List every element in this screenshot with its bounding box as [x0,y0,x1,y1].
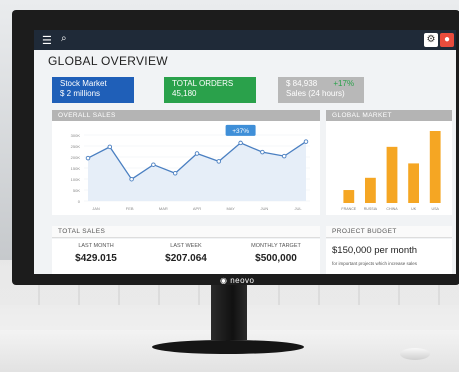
sales-point [107,144,113,150]
x-tick-label: APR [193,206,201,211]
x-tick-label: JUN [260,206,268,211]
sales-point [260,149,265,155]
market-bar [429,131,441,203]
global-market-chart: FRANCE RUSSIA CHINA UK USA [341,131,441,211]
stat-label: LAST MONTH [78,243,114,249]
y-tick-label: 150K [71,166,81,171]
card-value: 45,180 [172,89,197,98]
budget-amount: $150,000 per month [332,245,418,256]
y-tick-label: 250K [71,144,81,149]
total-orders-card[interactable]: TOTAL ORDERS 45,180 [164,77,256,103]
y-tick-label: 300K [71,133,81,138]
stat-last-month: LAST MONTH $429.015 [56,243,136,264]
category-label: USA [432,207,440,211]
sales-point [172,171,178,176]
brand-name: neovo [230,276,255,285]
monitor-stand-neck [211,285,247,340]
card-label: TOTAL ORDERS [172,79,234,88]
sales-point [194,151,200,156]
stat-value: $429.015 [75,253,117,264]
notification-icon[interactable]: ● [440,33,454,47]
stat-monthly-target: MONTHLY TARGET $500,000 [236,243,316,264]
category-label: RUSSIA [364,207,378,211]
y-tick-label: 200K [71,155,81,160]
total-sales-panel: LAST MONTH $429.015 LAST WEEK $207.064 M… [52,239,320,274]
project-budget-panel: $150,000 per month for important project… [326,239,452,274]
card-value-row: $ 84,938 +17% [286,79,356,89]
overall-sales-chart: 300K 250K 200K 150K 100K 50K 0 JAN FEB MAR APR MAY J… [71,124,310,211]
budget-note: for important projects which increase sa… [332,261,418,266]
sales-24h-card[interactable]: $ 84,938 +17% Sales (24 hours) [278,77,364,103]
card-sub: Sales (24 hours) [286,89,345,98]
sales-point [216,159,222,164]
monitor-bezel: ☰ ⌕ ⚙ ● GLOBAL OVERVIEW Stock Market $ 2… [12,10,459,285]
total-sales-header: TOTAL SALES [52,226,320,238]
stat-value: $500,000 [255,253,297,264]
y-tick-label: 100K [71,177,81,182]
market-bar [408,163,419,203]
stock-market-card[interactable]: Stock Market $ 2 millions [52,77,134,103]
top-bar: ☰ ⌕ ⚙ ● [34,30,456,50]
global-market-header: GLOBAL MARKET [326,110,452,121]
overall-sales-header: OVERALL SALES [52,110,320,121]
stat-label: MONTHLY TARGET [251,243,301,249]
global-market-panel: FRANCE RUSSIA CHINA UK USA [326,121,452,215]
menu-icon[interactable]: ☰ [42,34,52,47]
sales-point [238,140,243,146]
dashboard-screen: ☰ ⌕ ⚙ ● GLOBAL OVERVIEW Stock Market $ 2… [34,30,456,274]
x-tick-label: JUL [294,206,302,211]
overall-sales-panel: 300K 250K 200K 150K 100K 50K 0 JAN FEB MAR APR MAY J… [52,121,320,215]
card-value: $ 84,938 [286,79,318,88]
page-title: GLOBAL OVERVIEW [48,54,168,68]
market-bar [386,146,398,203]
brand-logo: ◉ neovo [220,276,255,285]
market-bar [365,177,376,203]
card-value: $ 2 millions [60,89,101,98]
computer-mouse [400,348,430,360]
y-tick-label: 0 [78,199,81,204]
callout-label: +37% [232,128,249,135]
sales-point [303,139,309,144]
market-bar [343,190,355,203]
sales-area [88,141,306,201]
stat-last-week: LAST WEEK $207.064 [146,243,226,264]
y-tick-label: 50K [73,188,80,193]
card-label: Stock Market [60,79,107,88]
monitor-stand-base [152,340,304,354]
search-icon[interactable]: ⌕ [61,33,67,44]
sales-point [85,155,91,161]
x-tick-label: FEB [126,206,134,211]
sales-point [129,176,134,182]
category-label: FRANCE [341,207,356,211]
x-tick-label: MAY [226,206,235,211]
sales-point [281,153,287,159]
stat-value: $207.064 [165,253,207,264]
project-budget-header: PROJECT BUDGET [326,226,452,238]
settings-icon[interactable]: ⚙ [424,33,438,47]
x-tick-label: MAR [159,206,168,211]
sales-point [151,162,156,167]
category-label: CHINA [386,207,398,211]
stat-label: LAST WEEK [170,243,202,249]
category-label: UK [411,207,417,211]
x-tick-label: JAN [92,206,100,211]
change-badge: +17% [333,79,355,88]
